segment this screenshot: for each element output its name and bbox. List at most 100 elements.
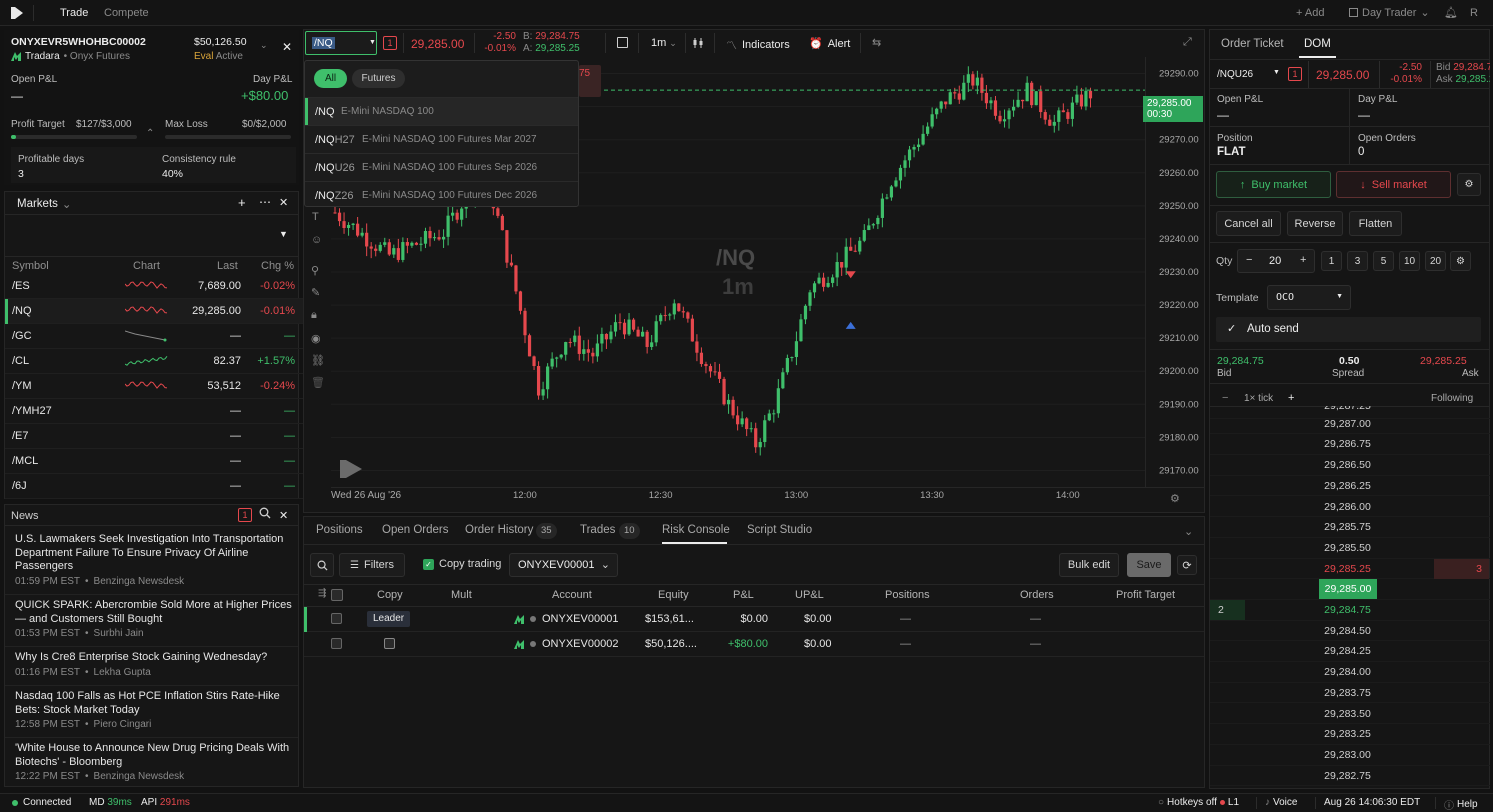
candles-icon[interactable] xyxy=(692,37,704,49)
expand-icon[interactable]: ⤢ xyxy=(1183,36,1192,49)
refresh-icon[interactable]: ⟳ xyxy=(1177,555,1197,575)
ladder-row[interactable]: 29,285.00 xyxy=(1210,579,1490,600)
market-settings-icon[interactable]: ⚙ xyxy=(1457,173,1481,196)
emoji-tool-icon[interactable]: ☺ xyxy=(311,234,322,246)
news-item[interactable]: QUICK SPARK: Abercrombie Sold More at Hi… xyxy=(15,599,295,639)
following-toggle[interactable]: Following xyxy=(1431,393,1473,404)
ladder-row[interactable]: 29,283.50 xyxy=(1210,704,1490,725)
markets-title[interactable]: Markets ⌄ xyxy=(17,197,72,211)
news-item[interactable]: Why Is Cre8 Enterprise Stock Gaining Wed… xyxy=(15,651,295,678)
chart-gear-icon[interactable]: ⚙ xyxy=(1170,492,1180,505)
search-button[interactable] xyxy=(310,553,334,577)
chevron-down-icon[interactable]: ⌄ xyxy=(1184,525,1193,538)
hotkeys-status[interactable]: ○ Hotkeys off L1 xyxy=(1158,797,1239,808)
layout-selector[interactable]: Day Trader ⌄ xyxy=(1349,6,1430,19)
ladder-row[interactable]: 29,285.75 xyxy=(1210,517,1490,538)
filters-button[interactable]: ☰ Filters xyxy=(339,553,405,577)
tab-open-orders[interactable]: Open Orders xyxy=(382,524,448,536)
qty-settings-icon[interactable]: ⚙ xyxy=(1450,251,1471,271)
text-tool-icon[interactable]: T xyxy=(312,211,319,223)
qty-preset-button[interactable]: 1 xyxy=(1321,251,1342,271)
help-button[interactable]: ⓘ Help xyxy=(1444,797,1478,812)
tab-trades[interactable]: Trades xyxy=(580,524,615,536)
zoom-in-icon[interactable]: + xyxy=(1288,392,1294,404)
risk-row[interactable]: Leader ONYXEV00001 $153,61... $0.00 $0.00 — — xyxy=(304,607,1204,632)
indicators-button[interactable]: 〽 Indicators xyxy=(726,37,790,53)
qty-preset-button[interactable]: 3 xyxy=(1347,251,1368,271)
more-icon[interactable]: ⋯ xyxy=(259,195,271,209)
market-row[interactable]: /ES 7,689.00 -0.02% xyxy=(5,274,303,299)
symbol-input[interactable]: /NQ ▼ xyxy=(305,31,377,55)
bid-size[interactable]: 2 xyxy=(1210,600,1245,620)
plus-icon[interactable]: + xyxy=(1300,254,1306,266)
ask-size[interactable]: 3 xyxy=(1434,558,1489,579)
checkbox-checked-icon[interactable]: ✓ xyxy=(423,558,434,570)
market-row[interactable]: /YM 53,512 -0.24% xyxy=(5,374,303,399)
ladder-row[interactable]: 29,286.75 xyxy=(1210,434,1490,456)
chevron-down-icon[interactable]: ⌄ xyxy=(260,40,268,51)
flatten-button[interactable]: Flatten xyxy=(1349,211,1402,236)
minus-icon[interactable]: − xyxy=(1246,254,1252,266)
chip-all[interactable]: All xyxy=(314,69,347,88)
ladder-row[interactable]: 29,286.50 xyxy=(1210,455,1490,476)
news-badge[interactable]: 1 xyxy=(238,508,252,522)
symbol-option[interactable]: /NQH27 E-Mini NASDAQ 100 Futures Mar 2027 xyxy=(305,125,578,153)
link-icon[interactable]: ⛓ xyxy=(311,354,325,367)
qty-preset-button[interactable]: 20 xyxy=(1425,251,1446,271)
row-checkbox[interactable] xyxy=(331,638,342,649)
close-icon[interactable]: ✕ xyxy=(279,509,288,522)
template-select[interactable]: OCO ▼ xyxy=(1267,285,1351,310)
chart-type-icon[interactable] xyxy=(617,37,628,48)
row-checkbox[interactable] xyxy=(331,613,342,624)
news-item[interactable]: Nasdaq 100 Falls as Hot PCE Inflation St… xyxy=(15,690,295,730)
app-logo[interactable] xyxy=(10,6,24,20)
eye-icon[interactable]: ◉ xyxy=(311,332,321,345)
bell-icon[interactable]: 🔔︎ xyxy=(1444,6,1458,19)
trash-icon[interactable]: 🗑︎ xyxy=(311,376,325,389)
leader-account-select[interactable]: ONYXEV00001 ⌄ xyxy=(509,553,618,577)
add-icon[interactable]: + xyxy=(238,195,246,210)
copy-trading-toggle[interactable]: ✓ Copy trading xyxy=(423,558,501,570)
ladder-row[interactable]: 29,283.75 xyxy=(1210,683,1490,704)
cancel-all-button[interactable]: Cancel all xyxy=(1216,211,1281,236)
ladder-row[interactable]: 29,286.25 xyxy=(1210,476,1490,497)
chip-futures[interactable]: Futures xyxy=(352,69,405,88)
pencil-icon[interactable]: ✎ xyxy=(311,286,320,299)
voice-button[interactable]: ♪ Voice xyxy=(1265,797,1297,808)
ladder-row[interactable]: 29,282.75 xyxy=(1210,766,1490,787)
auto-send-toggle[interactable]: ✓ Auto send xyxy=(1216,317,1481,342)
symbol-option[interactable]: /NQ E-Mini NASDAQ 100 xyxy=(305,97,578,125)
ladder-row[interactable]: 29,285.50 xyxy=(1210,538,1490,559)
ladder-row[interactable]: 29,284.00 xyxy=(1210,662,1490,683)
sell-market-button[interactable]: ↓ Sell market xyxy=(1336,171,1451,198)
market-row[interactable]: /NQ 29,285.00 -0.01% xyxy=(5,299,303,324)
close-icon[interactable]: ✕ xyxy=(282,40,292,54)
user-avatar[interactable]: R xyxy=(1470,7,1478,19)
ladder-row[interactable]: 29,284.75 2 xyxy=(1210,600,1490,621)
alert-button[interactable]: ⏰ Alert xyxy=(809,37,850,51)
dom-link-badge[interactable]: 1 xyxy=(1288,67,1302,81)
ladder-row[interactable]: 29,283.25 xyxy=(1210,724,1490,745)
reverse-button[interactable]: Reverse xyxy=(1287,211,1343,236)
bulk-edit-button[interactable]: Bulk edit xyxy=(1059,553,1119,577)
add-button[interactable]: + Add xyxy=(1296,7,1324,19)
qty-preset-button[interactable]: 10 xyxy=(1399,251,1420,271)
ladder-row[interactable]: 29,286.00 xyxy=(1210,497,1490,518)
dom-symbol[interactable]: /NQU26 xyxy=(1217,69,1253,80)
link-badge[interactable]: 1 xyxy=(383,36,397,50)
tab-order-history[interactable]: Order History xyxy=(465,524,533,536)
news-item[interactable]: U.S. Lawmakers Seek Investigation Into T… xyxy=(15,533,295,587)
tab-order-ticket[interactable]: Order Ticket xyxy=(1221,38,1284,50)
tab-risk-console[interactable]: Risk Console xyxy=(662,524,730,536)
chevron-up-icon[interactable]: ⌃ xyxy=(146,128,154,139)
search-icon[interactable] xyxy=(259,507,271,519)
copy-checkbox[interactable] xyxy=(384,638,395,649)
ladder-row[interactable]: 29,285.25 3 xyxy=(1210,558,1490,580)
symbol-option[interactable]: /NQU26 E-Mini NASDAQ 100 Futures Sep 2026 xyxy=(305,153,578,181)
symbol-option[interactable]: /NQZ26 E-Mini NASDAQ 100 Futures Dec 2026 xyxy=(305,181,578,209)
qty-stepper[interactable]: − 20 + xyxy=(1237,249,1315,273)
interval-selector[interactable]: 1m ⌄ xyxy=(651,37,677,49)
caret-down-icon[interactable]: ▼ xyxy=(1273,69,1280,76)
ladder-row[interactable]: 29,283.00 xyxy=(1210,745,1490,766)
qty-value[interactable]: 20 xyxy=(1269,255,1281,267)
